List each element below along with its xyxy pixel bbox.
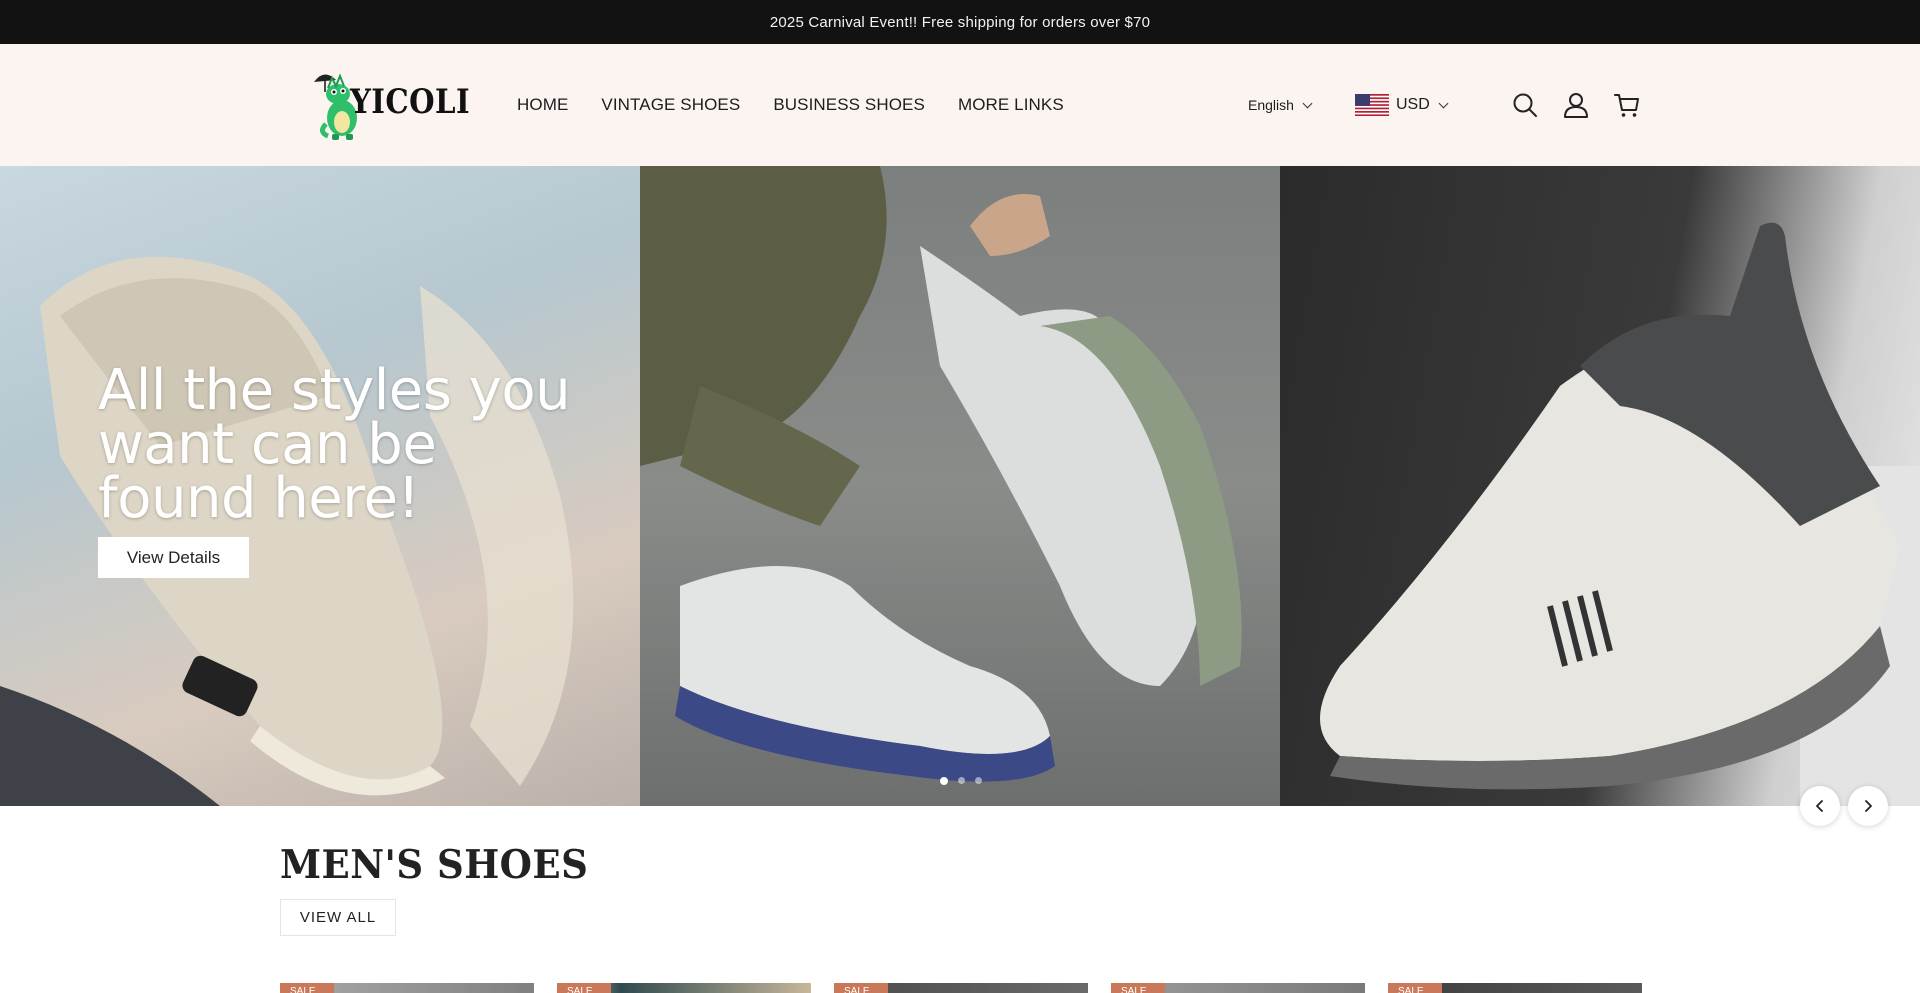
shoe-image xyxy=(1320,222,1920,806)
hero-image-right xyxy=(1280,166,1920,806)
product-card[interactable]: SALE xyxy=(1388,983,1642,993)
language-selector[interactable]: English xyxy=(1248,44,1313,166)
logo-text[interactable]: YICOLI xyxy=(350,82,470,122)
hero-image-middle xyxy=(640,166,1280,806)
sale-badge: SALE xyxy=(280,983,334,993)
chevron-right-icon xyxy=(1865,800,1872,812)
main-nav: HOME VINTAGE SHOES BUSINESS SHOES MORE L… xyxy=(517,44,1097,166)
product-card[interactable]: SALE xyxy=(280,983,534,993)
hero-title: All the styles you want can be found her… xyxy=(98,358,571,531)
nav-home[interactable]: HOME xyxy=(517,95,568,115)
slide-indicators xyxy=(940,777,992,785)
announcement-text: 2025 Carnival Event!! Free shipping for … xyxy=(769,13,1151,31)
account-icon[interactable] xyxy=(1562,91,1590,119)
nav-more-links[interactable]: MORE LINKS xyxy=(958,95,1064,115)
nav-business-shoes[interactable]: BUSINESS SHOES xyxy=(773,95,925,115)
slide-dot-2[interactable] xyxy=(958,777,965,784)
slide-dot-3[interactable] xyxy=(975,777,982,784)
cart-icon[interactable] xyxy=(1613,91,1641,119)
currency-label: USD xyxy=(1396,96,1430,113)
chevron-left-icon xyxy=(1816,800,1823,812)
product-grid: SALE SALE SALE SALE SALE xyxy=(280,983,1665,993)
hero-slideshow: All the styles you want can be found her… xyxy=(0,166,1920,806)
search-icon[interactable] xyxy=(1511,91,1539,119)
nav-vintage-shoes[interactable]: VINTAGE SHOES xyxy=(601,95,740,115)
sale-badge: SALE xyxy=(1111,983,1165,993)
chevron-down-icon xyxy=(1438,98,1449,108)
product-card[interactable]: SALE xyxy=(557,983,811,993)
chevron-down-icon xyxy=(1302,98,1313,108)
announcement-bar: 2025 Carnival Event!! Free shipping for … xyxy=(0,0,1920,44)
language-label: English xyxy=(1248,97,1294,113)
product-card[interactable]: SALE xyxy=(834,983,1088,993)
previous-slide-button[interactable] xyxy=(1800,786,1840,826)
sale-badge: SALE xyxy=(834,983,888,993)
sale-badge: SALE xyxy=(1388,983,1442,993)
shoe-image xyxy=(640,166,1242,782)
product-card[interactable]: SALE xyxy=(1111,983,1365,993)
view-all-button[interactable]: VIEW ALL xyxy=(280,899,396,936)
currency-selector[interactable]: USD xyxy=(1355,44,1449,166)
site-header: YICOLI HOME VINTAGE SHOES BUSINESS SHOES… xyxy=(0,44,1920,166)
view-details-button[interactable]: View Details xyxy=(98,537,249,578)
slide-dot-1[interactable] xyxy=(940,777,948,785)
section-title: MEN'S SHOES xyxy=(280,842,589,888)
next-slide-button[interactable] xyxy=(1848,786,1888,826)
sale-badge: SALE xyxy=(557,983,611,993)
us-flag-icon xyxy=(1355,94,1389,116)
